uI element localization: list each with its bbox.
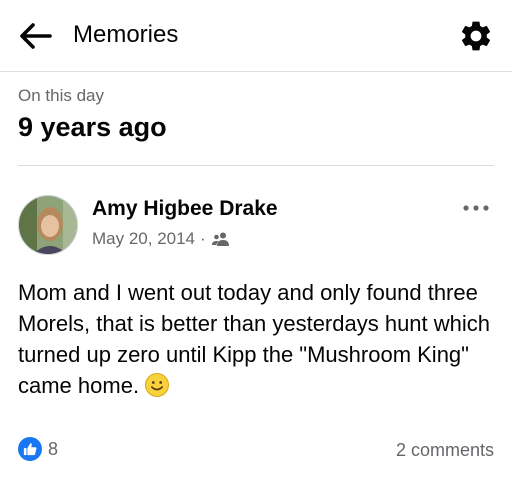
settings-button[interactable]	[454, 14, 498, 58]
post-text: Mom and I went out today and only found …	[18, 277, 498, 401]
memory-post: Amy Higbee Drake May 20, 2014 · Mom and …	[0, 166, 512, 480]
gear-icon	[461, 21, 491, 51]
post-date[interactable]: May 20, 2014	[92, 228, 195, 250]
avatar-photo	[19, 196, 77, 254]
like-count: 8	[48, 438, 59, 459]
years-ago-title: 9 years ago	[18, 112, 167, 142]
more-options-button[interactable]	[458, 196, 494, 220]
smiling-face-icon	[145, 373, 170, 397]
like-icon	[18, 437, 42, 461]
page-title: Memories	[73, 21, 179, 48]
memory-day-header: On this day 9 years ago	[18, 84, 494, 166]
more-dots-icon	[463, 205, 489, 211]
top-bar: Memories	[0, 0, 512, 72]
avatar[interactable]	[18, 195, 78, 255]
back-button[interactable]	[14, 16, 56, 56]
post-meta: May 20, 2014 ·	[92, 228, 230, 250]
arrow-left-icon	[20, 23, 52, 49]
meta-separator: ·	[200, 229, 206, 248]
author-name[interactable]: Amy Higbee Drake	[92, 196, 278, 222]
reactions[interactable]: 8	[18, 437, 58, 461]
friends-icon	[211, 232, 229, 246]
post-body: Mom and I went out today and only found …	[18, 280, 491, 398]
comments-link[interactable]: 2 comments	[396, 440, 494, 461]
on-this-day-label: On this day	[18, 86, 104, 105]
